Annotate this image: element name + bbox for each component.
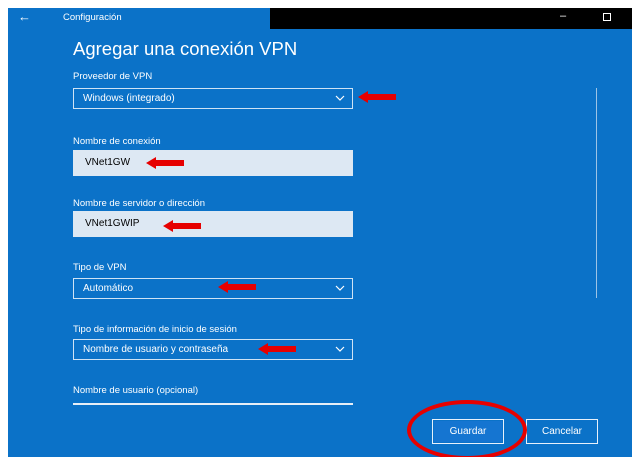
highlight-circle <box>407 400 527 457</box>
connection-name-label: Nombre de conexión <box>73 136 161 147</box>
arrow-left-icon <box>163 220 201 232</box>
signin-type-value: Nombre de usuario y contraseña <box>83 344 229 355</box>
chevron-down-icon <box>335 285 345 291</box>
title-bar: ← Configuración <box>8 8 270 29</box>
minimize-icon[interactable]: – <box>560 10 566 22</box>
arrow-left-icon <box>358 91 396 103</box>
username-label: Nombre de usuario (opcional) <box>73 385 199 396</box>
server-address-field[interactable]: VNet1GWIP <box>73 211 353 237</box>
username-field[interactable] <box>73 403 353 405</box>
vpn-provider-label: Proveedor de VPN <box>73 71 153 82</box>
arrow-left-icon <box>146 157 184 169</box>
signin-type-select[interactable]: Nombre de usuario y contraseña <box>73 339 353 360</box>
arrow-left-icon <box>218 281 256 293</box>
vpn-provider-value: Windows (integrado) <box>83 93 175 104</box>
chevron-down-icon <box>335 346 345 352</box>
maximize-icon[interactable] <box>603 13 611 21</box>
scrollbar[interactable] <box>596 88 597 298</box>
window-title: Configuración <box>63 12 122 23</box>
signin-type-label: Tipo de información de inicio de sesión <box>73 324 237 335</box>
server-address-label: Nombre de servidor o dirección <box>73 198 206 209</box>
connection-name-field[interactable]: VNet1GW <box>73 150 353 176</box>
cancel-button[interactable]: Cancelar <box>526 419 598 444</box>
vpn-type-value: Automático <box>83 283 134 294</box>
back-arrow-icon[interactable]: ← <box>18 9 31 24</box>
arrow-left-icon <box>258 343 296 355</box>
background-window-bar: – <box>270 8 632 29</box>
page-title: Agregar una conexión VPN <box>73 38 298 59</box>
chevron-down-icon <box>335 95 345 101</box>
settings-window: ← Configuración – Agregar una conexión V… <box>8 8 632 457</box>
server-address-value: VNet1GWIP <box>85 218 140 229</box>
vpn-provider-select[interactable]: Windows (integrado) <box>73 88 353 109</box>
connection-name-value: VNet1GW <box>85 157 131 168</box>
vpn-type-label: Tipo de VPN <box>73 262 127 273</box>
vpn-type-select[interactable]: Automático <box>73 278 353 299</box>
